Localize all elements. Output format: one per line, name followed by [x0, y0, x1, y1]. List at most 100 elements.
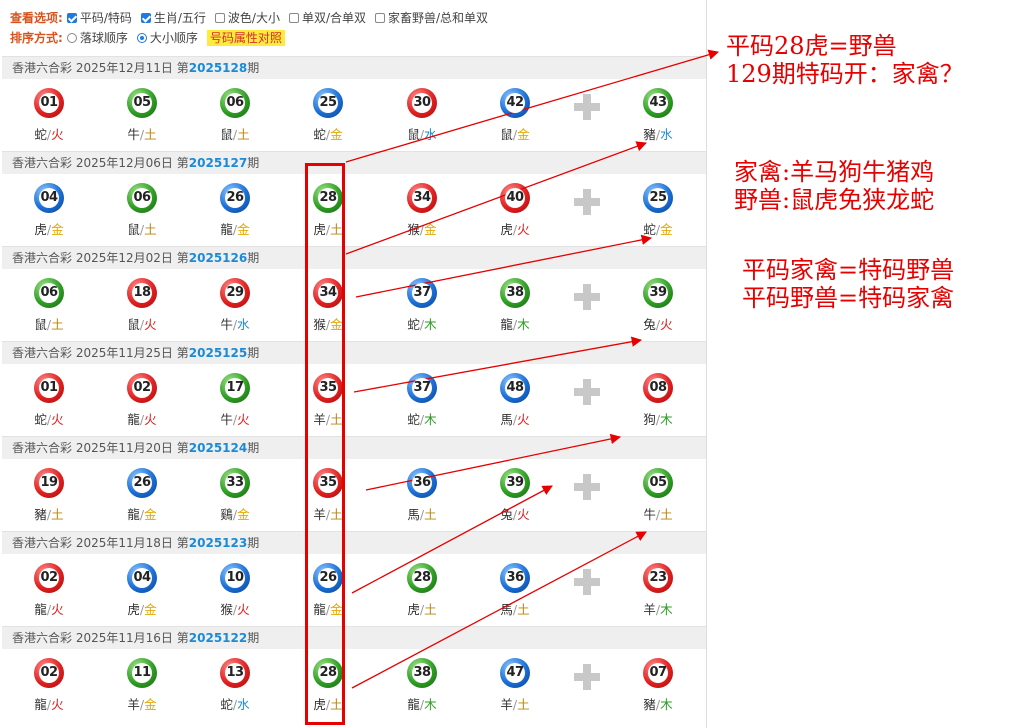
lottery-ball[interactable]: 06	[127, 183, 157, 213]
lottery-ball[interactable]: 25	[643, 183, 673, 213]
sort-option-0[interactable]: 落球顺序	[66, 28, 128, 48]
regular-ball-1[interactable]: 01 蛇/火	[19, 373, 79, 428]
regular-ball-3[interactable]: 17 牛/火	[205, 373, 265, 428]
lottery-ball[interactable]: 40	[500, 183, 530, 213]
view-option-1[interactable]: 生肖/五行	[140, 8, 206, 28]
lottery-ball[interactable]: 04	[34, 183, 64, 213]
lottery-ball[interactable]: 29	[220, 278, 250, 308]
regular-ball-3[interactable]: 10 猴/火	[205, 563, 265, 618]
lottery-ball[interactable]: 04	[127, 563, 157, 593]
regular-ball-4[interactable]: 25 蛇/金	[298, 88, 358, 143]
regular-ball-5[interactable]: 30 鼠/水	[392, 88, 452, 143]
lottery-ball[interactable]: 36	[500, 563, 530, 593]
regular-ball-1[interactable]: 19 豬/土	[19, 468, 79, 523]
special-ball[interactable]: 43 豬/水	[628, 88, 688, 143]
checkbox[interactable]	[288, 12, 299, 23]
number-attribute-button[interactable]: 号码属性对照	[206, 30, 285, 46]
regular-ball-5[interactable]: 37 蛇/木	[392, 278, 452, 333]
checkbox[interactable]	[375, 12, 385, 23]
sort-option-1[interactable]: 大小顺序	[136, 28, 198, 48]
lottery-ball[interactable]: 39	[500, 468, 530, 498]
checkbox[interactable]	[66, 12, 77, 23]
regular-ball-1[interactable]: 06 鼠/土	[19, 278, 79, 333]
regular-ball-3[interactable]: 13 蛇/水	[205, 658, 265, 713]
lottery-ball[interactable]: 08	[643, 373, 673, 403]
regular-ball-5[interactable]: 37 蛇/木	[392, 373, 452, 428]
special-ball[interactable]: 05 牛/土	[628, 468, 688, 523]
regular-ball-6[interactable]: 42 鼠/金	[485, 88, 545, 143]
lottery-ball[interactable]: 05	[643, 468, 673, 498]
lottery-ball[interactable]: 28	[407, 563, 437, 593]
lottery-ball[interactable]: 42	[500, 88, 530, 118]
view-option-3[interactable]: 单双/合单双	[288, 8, 366, 28]
lottery-ball[interactable]: 43	[643, 88, 673, 118]
regular-ball-6[interactable]: 47 羊/土	[485, 658, 545, 713]
radio-button[interactable]	[136, 32, 147, 43]
regular-ball-6[interactable]: 39 兔/火	[485, 468, 545, 523]
lottery-ball[interactable]: 10	[220, 563, 250, 593]
regular-ball-6[interactable]: 36 馬/土	[485, 563, 545, 618]
regular-ball-5[interactable]: 34 猴/金	[392, 183, 452, 238]
regular-ball-3[interactable]: 33 鷄/金	[205, 468, 265, 523]
lottery-ball[interactable]: 11	[127, 658, 157, 688]
regular-ball-2[interactable]: 05 牛/土	[112, 88, 172, 143]
lottery-ball[interactable]: 06	[220, 88, 250, 118]
special-ball[interactable]: 07 豬/木	[628, 658, 688, 713]
lottery-ball[interactable]: 30	[407, 88, 437, 118]
lottery-ball[interactable]: 06	[34, 278, 64, 308]
lottery-ball[interactable]: 25	[313, 88, 343, 118]
lottery-ball[interactable]: 37	[407, 278, 437, 308]
regular-ball-1[interactable]: 02 龍/火	[19, 658, 79, 713]
regular-ball-3[interactable]: 29 牛/水	[205, 278, 265, 333]
lottery-ball[interactable]: 02	[34, 658, 64, 688]
regular-ball-1[interactable]: 04 虎/金	[19, 183, 79, 238]
lottery-ball[interactable]: 38	[500, 278, 530, 308]
lottery-ball[interactable]: 26	[220, 183, 250, 213]
regular-ball-2[interactable]: 04 虎/金	[112, 563, 172, 618]
lottery-ball[interactable]: 02	[127, 373, 157, 403]
regular-ball-1[interactable]: 01 蛇/火	[19, 88, 79, 143]
lottery-ball[interactable]: 38	[407, 658, 437, 688]
lottery-ball[interactable]: 47	[500, 658, 530, 688]
checkbox[interactable]	[140, 12, 151, 23]
regular-ball-5[interactable]: 36 馬/土	[392, 468, 452, 523]
regular-ball-2[interactable]: 26 龍/金	[112, 468, 172, 523]
view-option-0[interactable]: 平码/特码	[66, 8, 132, 28]
lottery-ball[interactable]: 02	[34, 563, 64, 593]
regular-ball-3[interactable]: 26 龍/金	[205, 183, 265, 238]
lottery-ball[interactable]: 05	[127, 88, 157, 118]
view-option-4[interactable]: 家畜野兽/总和单双	[375, 8, 488, 28]
regular-ball-6[interactable]: 40 虎/火	[485, 183, 545, 238]
regular-ball-2[interactable]: 11 羊/金	[112, 658, 172, 713]
regular-ball-1[interactable]: 02 龍/火	[19, 563, 79, 618]
regular-ball-6[interactable]: 38 龍/木	[485, 278, 545, 333]
special-ball[interactable]: 25 蛇/金	[628, 183, 688, 238]
special-ball[interactable]: 23 羊/木	[628, 563, 688, 618]
special-ball[interactable]: 39 兔/火	[628, 278, 688, 333]
lottery-ball[interactable]: 07	[643, 658, 673, 688]
lottery-ball[interactable]: 34	[407, 183, 437, 213]
lottery-ball[interactable]: 23	[643, 563, 673, 593]
lottery-ball[interactable]: 39	[643, 278, 673, 308]
lottery-ball[interactable]: 36	[407, 468, 437, 498]
lottery-ball[interactable]: 37	[407, 373, 437, 403]
lottery-ball[interactable]: 13	[220, 658, 250, 688]
lottery-ball[interactable]: 01	[34, 88, 64, 118]
view-option-2[interactable]: 波色/大小	[214, 8, 280, 28]
lottery-ball[interactable]: 33	[220, 468, 250, 498]
regular-ball-3[interactable]: 06 鼠/土	[205, 88, 265, 143]
lottery-ball[interactable]: 17	[220, 373, 250, 403]
regular-ball-2[interactable]: 18 鼠/火	[112, 278, 172, 333]
lottery-ball[interactable]: 01	[34, 373, 64, 403]
lottery-ball[interactable]: 19	[34, 468, 64, 498]
regular-ball-2[interactable]: 06 鼠/土	[112, 183, 172, 238]
lottery-ball[interactable]: 26	[127, 468, 157, 498]
lottery-ball[interactable]: 48	[500, 373, 530, 403]
special-ball[interactable]: 08 狗/木	[628, 373, 688, 428]
regular-ball-5[interactable]: 28 虎/土	[392, 563, 452, 618]
lottery-ball[interactable]: 18	[127, 278, 157, 308]
regular-ball-6[interactable]: 48 馬/火	[485, 373, 545, 428]
regular-ball-5[interactable]: 38 龍/木	[392, 658, 452, 713]
radio-button[interactable]	[66, 32, 77, 43]
checkbox[interactable]	[214, 12, 225, 23]
